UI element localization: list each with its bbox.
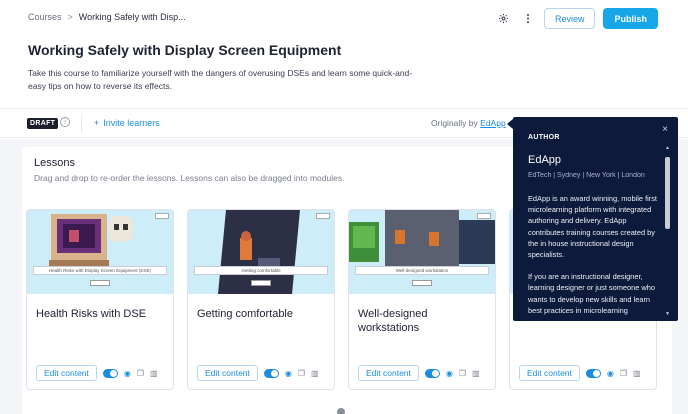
- lesson-actions: Edit content ◉ ❐ ▥: [358, 365, 480, 381]
- eye-icon[interactable]: ◉: [607, 369, 614, 378]
- chevron-right-icon: >: [67, 12, 73, 22]
- eye-icon[interactable]: ◉: [446, 369, 453, 378]
- course-description: Take this course to familiarize yourself…: [28, 68, 413, 91]
- visibility-toggle[interactable]: [585, 368, 601, 378]
- author-link[interactable]: EdApp: [480, 118, 506, 128]
- lesson-actions: Edit content ◉ ❐ ▥: [197, 365, 319, 381]
- thumbnail-caption: Health Risks with Display Screen Equipme…: [33, 266, 167, 275]
- invite-learners-label: Invite learners: [103, 118, 160, 128]
- status-badge: DRAFT: [27, 118, 59, 129]
- lesson-title: Well-designed workstations: [358, 308, 428, 334]
- publish-button[interactable]: Publish: [603, 8, 658, 29]
- lessons-subheading: Drag and drop to re-order the lessons. L…: [34, 173, 345, 183]
- eye-icon[interactable]: ◉: [124, 369, 131, 378]
- popover-label: AUTHOR: [528, 134, 560, 141]
- invite-learners-link[interactable]: + Invite learners: [94, 118, 160, 128]
- lesson-actions: Edit content ◉ ❐ ▥: [519, 365, 641, 381]
- lesson-thumbnail: Getting comfortable: [188, 210, 334, 294]
- lesson-title: Health Risks with DSE: [36, 308, 147, 320]
- thumbnail-control: [477, 213, 491, 219]
- copy-icon[interactable]: ❐: [620, 369, 627, 378]
- thumbnail-caption: Well-designed workstation: [355, 266, 489, 275]
- scroll-down-icon[interactable]: ▼: [665, 311, 670, 317]
- page-title: Working Safely with Display Screen Equip…: [28, 42, 342, 58]
- trash-icon[interactable]: ▥: [311, 369, 319, 378]
- author-name: EdApp: [528, 154, 562, 166]
- copy-icon[interactable]: ❐: [459, 369, 466, 378]
- top-actions: Review Publish: [496, 8, 658, 29]
- trash-icon[interactable]: ▥: [150, 369, 158, 378]
- scrollbar-thumb[interactable]: [665, 157, 670, 229]
- top-bar: Courses > Working Safely with Disp... Re…: [0, 0, 688, 36]
- copy-icon[interactable]: ❐: [298, 369, 305, 378]
- originally-by-label: Originally by: [431, 118, 478, 128]
- scroll-indicator[interactable]: [337, 408, 345, 414]
- divider: [81, 115, 82, 132]
- copy-icon[interactable]: ❐: [137, 369, 144, 378]
- scroll-up-icon[interactable]: ▲: [665, 145, 670, 151]
- author-bio: EdApp is an award winning, mobile first …: [528, 193, 660, 316]
- review-button[interactable]: Review: [543, 8, 596, 29]
- thumbnail-button: [412, 280, 432, 286]
- thumbnail-button: [251, 280, 271, 286]
- lesson-card[interactable]: Well-designed workstation Well-designed …: [348, 209, 496, 390]
- thumbnail-caption: Getting comfortable: [194, 266, 328, 275]
- edit-content-button[interactable]: Edit content: [519, 365, 580, 381]
- lesson-title: Getting comfortable: [197, 308, 293, 320]
- plus-icon: +: [94, 118, 100, 128]
- lessons-heading: Lessons: [34, 157, 75, 169]
- trash-icon[interactable]: ▥: [633, 369, 641, 378]
- lesson-thumbnail: Health Risks with Display Screen Equipme…: [27, 210, 173, 294]
- thumbnail-control: [155, 213, 169, 219]
- author-bio-paragraph: If you are an instructional designer, le…: [528, 272, 655, 315]
- info-icon[interactable]: i: [60, 117, 70, 127]
- lesson-actions: Edit content ◉ ❐ ▥: [36, 365, 158, 381]
- lesson-card[interactable]: Health Risks with Display Screen Equipme…: [26, 209, 174, 390]
- close-icon[interactable]: ×: [662, 124, 668, 135]
- edit-content-button[interactable]: Edit content: [36, 365, 97, 381]
- breadcrumb-current: Working Safely with Disp...: [78, 12, 186, 22]
- edit-content-button[interactable]: Edit content: [197, 365, 258, 381]
- visibility-toggle[interactable]: [424, 368, 440, 378]
- eye-icon[interactable]: ◉: [285, 369, 292, 378]
- thumbnail-button: [90, 280, 110, 286]
- lesson-thumbnail: Well-designed workstation: [349, 210, 495, 294]
- trash-icon[interactable]: ▥: [472, 369, 480, 378]
- author-locations: EdTech | Sydney | New York | London: [528, 172, 645, 179]
- visibility-toggle[interactable]: [102, 368, 118, 378]
- visibility-toggle[interactable]: [263, 368, 279, 378]
- breadcrumb: Courses > Working Safely with Disp...: [28, 12, 186, 22]
- kebab-menu-icon[interactable]: [520, 11, 536, 27]
- edit-content-button[interactable]: Edit content: [358, 365, 419, 381]
- author-bio-paragraph: EdApp is an award winning, mobile first …: [528, 194, 657, 260]
- author-popover: AUTHOR × EdApp EdTech | Sydney | New Yor…: [513, 117, 678, 321]
- lesson-card[interactable]: Getting comfortable Getting comfortable …: [187, 209, 335, 390]
- breadcrumb-courses-link[interactable]: Courses: [28, 12, 62, 22]
- originally-by-text: Originally by EdApp: [431, 118, 506, 128]
- gear-icon[interactable]: [496, 11, 512, 27]
- thumbnail-control: [316, 213, 330, 219]
- popover-scrollbar[interactable]: ▲ ▼: [664, 145, 672, 317]
